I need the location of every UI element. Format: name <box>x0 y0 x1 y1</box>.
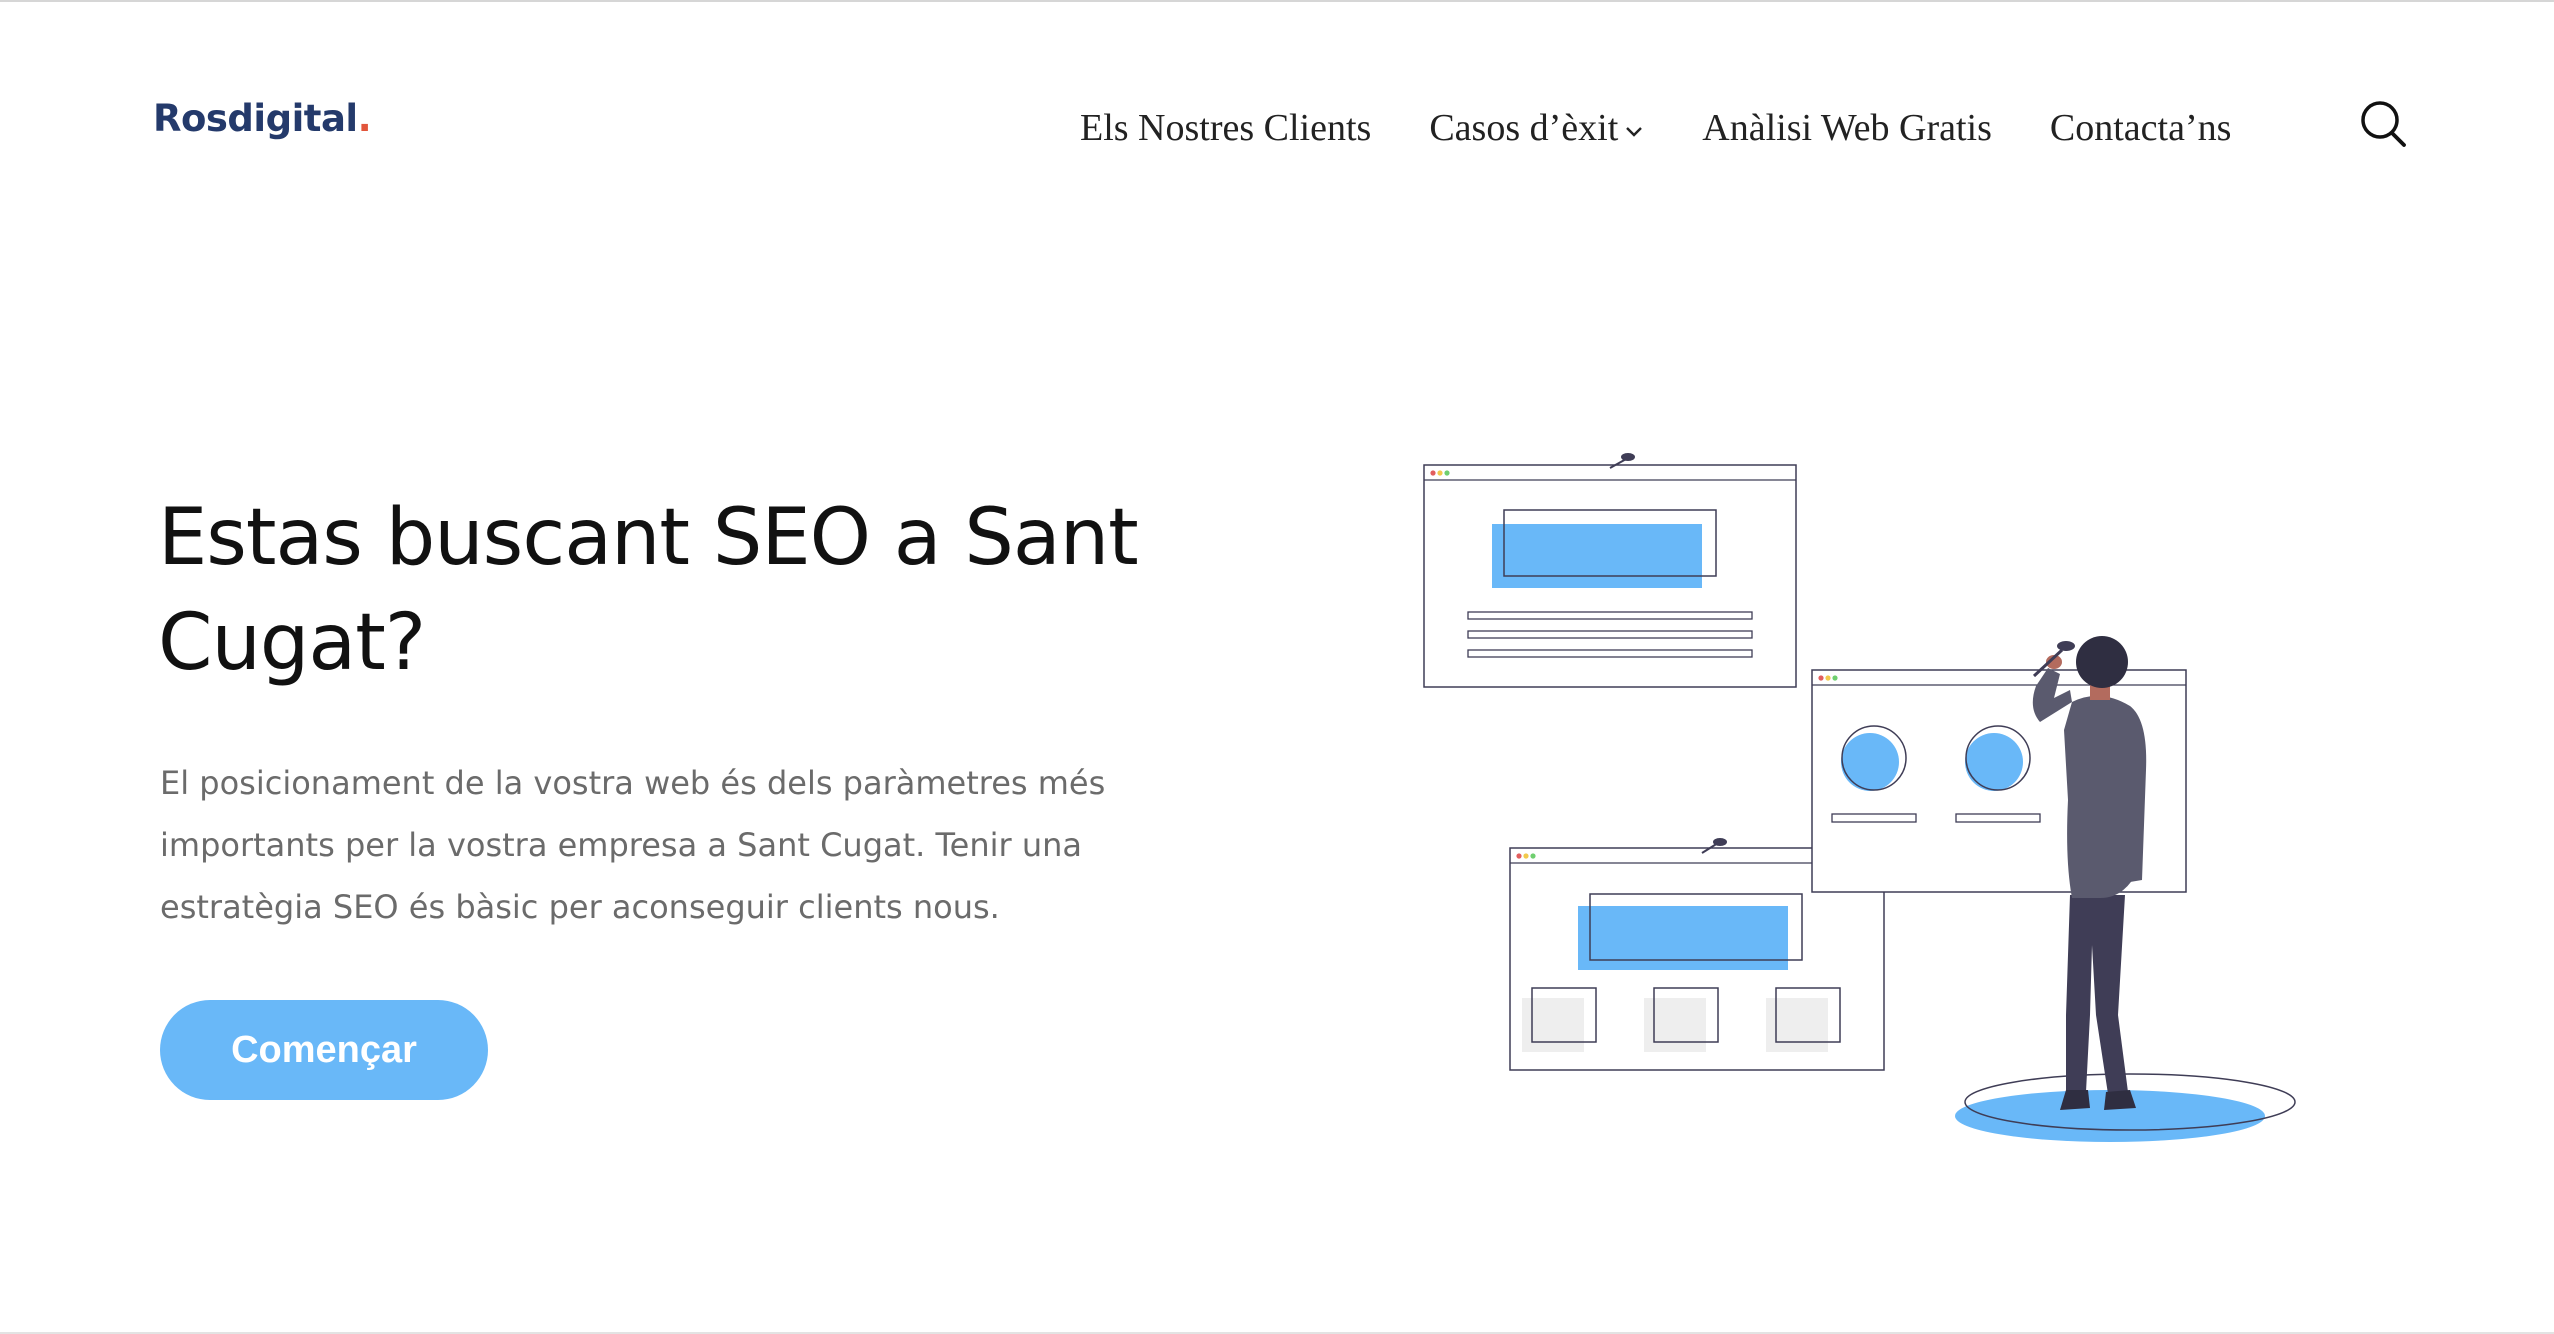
nav-item-success-cases[interactable]: Casos d’èxit <box>1429 106 1644 150</box>
brand-dot: . <box>357 97 372 140</box>
chevron-down-icon <box>1626 127 1643 137</box>
hero-description: El posicionament de la vostra web és del… <box>160 764 1106 926</box>
brand-logo[interactable]: Rosdigital. <box>153 97 372 140</box>
brand-name: Rosdigital <box>153 97 358 140</box>
nav-item-label: Els Nostres Clients <box>1080 107 1372 149</box>
nav-item-label: Contacta’ns <box>2049 107 2232 149</box>
nav-item-label: Casos d’èxit <box>1429 107 1619 149</box>
browser-window-top <box>1423 453 1797 688</box>
nav-item-clients[interactable]: Els Nostres Clients <box>1080 106 1371 150</box>
search-icon <box>2361 101 2406 147</box>
top-border <box>0 0 2554 2</box>
nav-item-contact[interactable]: Contacta’ns <box>2050 106 2232 150</box>
search-button[interactable] <box>2360 98 2408 150</box>
nav-item-label: Anàlisi Web Gratis <box>1702 107 1992 149</box>
start-button[interactable]: Començar <box>160 1000 488 1100</box>
hero-illustration <box>1423 453 2296 1142</box>
hero-title: Estas buscant SEO a Sant Cugat? <box>158 493 1139 688</box>
main-nav: Els Nostres Clients Casos d’èxit Anàlisi… <box>1080 103 2231 153</box>
nav-item-free-analysis[interactable]: Anàlisi Web Gratis <box>1702 106 1992 150</box>
